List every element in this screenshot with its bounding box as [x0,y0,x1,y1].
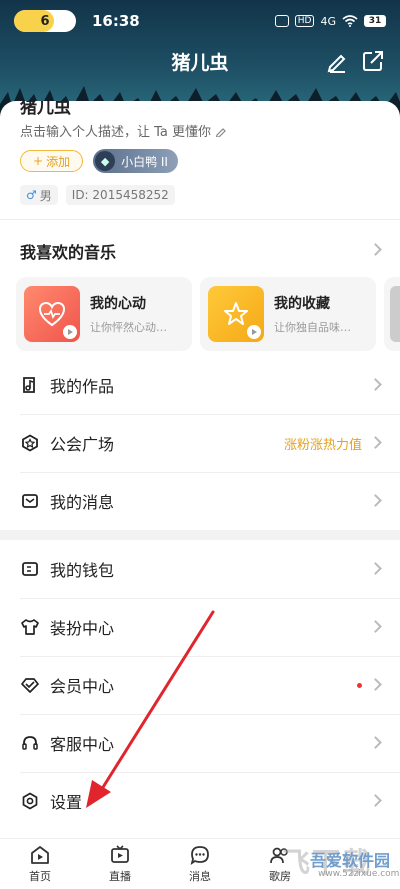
guild-promo-text: 涨粉涨热力值 [283,437,362,453]
menu-item-support[interactable]: 客服中心 [0,714,400,772]
battery-level: 6 [40,13,50,29]
music-card-heartbeat[interactable]: 我的心动 让你怦然心动… [16,277,192,351]
menu-item-messages[interactable]: 我的消息 [0,472,400,530]
menu-item-label: 我的钱包 [50,561,115,580]
music-card-title: 我的心动 [90,296,146,312]
tab-home[interactable]: 首页 [0,839,80,889]
chevron-right-icon [369,794,382,807]
menu-item-label: 装扮中心 [50,619,115,638]
chevron-right-icon [369,736,382,749]
status-bar: 6 16:38 HD 4G 31 [0,0,400,42]
menu-item-label: 公会广场 [50,435,115,454]
level-badge[interactable]: ◆ 小白鸭 II [93,149,178,173]
tshirt-icon [20,617,40,637]
chevron-right-icon [369,378,382,391]
menu-item-vip[interactable]: 会员中心 [0,656,400,714]
plus-icon: + [33,154,44,168]
battery-pill: 6 [14,10,76,32]
watermark-logo: 飞下载 吾爱软件园 www.52zixue.com [282,841,399,885]
share-icon[interactable] [360,48,386,74]
music-card-next[interactable] [384,277,400,351]
menu-item-label: 设置 [50,793,83,812]
wallet-icon [20,559,40,579]
description-text: 点击输入个人描述，让 Ta 更懂你 [20,125,212,140]
tab-label: 直播 [109,870,131,883]
menu-item-label: 会员中心 [50,677,115,696]
user-id-chip: ID: 2015458252 [65,185,175,205]
music-card-title: 我的收藏 [274,296,330,312]
chevron-right-icon [369,436,382,449]
add-tag-button[interactable]: + 添加 [20,150,84,172]
mute-icon [274,15,289,27]
settings-icon [20,791,40,811]
divider [0,219,400,220]
tab-messages[interactable]: 消息 [160,839,240,889]
status-time: 16:38 [92,12,140,30]
menu-item-settings[interactable]: 设置 [0,772,400,830]
mail-icon [20,491,40,511]
battery-icon: 31 [364,15,386,27]
hd-badge: HD [294,15,315,27]
menu-item-works[interactable]: 我的作品 [0,356,400,414]
tab-label: 消息 [189,870,211,883]
section-gap [0,530,400,540]
gender-label: 男 [39,188,52,203]
home-icon [31,846,49,864]
vip-icon [20,675,40,695]
guild-icon [20,433,40,453]
music-card-subtitle: 让你怦然心动… [90,321,167,334]
music-card-collection[interactable]: 我的收藏 让你独自品味… [200,277,376,351]
signal-label: 4G [320,14,336,28]
level-label: 小白鸭 II [121,154,168,169]
notification-dot [357,682,362,688]
chevron-right-icon [369,243,382,256]
headset-icon [20,733,40,753]
menu-item-guild[interactable]: 公会广场 涨粉涨热力值 [0,414,400,472]
live-tv-icon [111,845,129,863]
tab-label: 首页 [29,870,51,883]
play-icon [247,325,261,339]
chevron-right-icon [369,562,382,575]
chevron-right-icon [369,678,382,691]
play-icon [63,325,77,339]
menu-item-label: 客服中心 [50,735,115,754]
menu-item-label: 我的消息 [50,493,115,512]
chat-bubble-icon [190,846,209,866]
menu-item-wallet[interactable]: 我的钱包 [0,540,400,598]
music-note-icon [20,375,40,395]
menu-item-dressup[interactable]: 装扮中心 [0,598,400,656]
heart-cover-icon [24,286,80,342]
diamond-icon: ◆ [95,151,116,171]
music-card-subtitle: 让你独自品味… [274,321,351,334]
edit-icon[interactable] [324,48,350,74]
pencil-icon [215,127,226,137]
watermark-url: www.52zixue.com [318,869,400,879]
chevron-right-icon [369,494,382,507]
add-tag-label: 添加 [46,154,71,169]
menu-item-label: 我的作品 [50,377,115,396]
tab-live[interactable]: 直播 [80,839,160,889]
music-section-title[interactable]: 我喜欢的音乐 [20,239,116,263]
watermark-brand: 吾爱软件园 [310,851,391,870]
profile-name: 猪儿虫 [20,101,71,118]
star-cover-icon [208,286,264,342]
male-icon: ♂ [26,188,37,202]
profile-description[interactable]: 点击输入个人描述，让 Ta 更懂你 [20,121,227,140]
chevron-right-icon [369,620,382,633]
wifi-icon [342,15,358,27]
gender-chip: ♂ 男 [20,185,58,205]
profile-card: 猪儿虫 点击输入个人描述，让 Ta 更懂你 + 添加 ◆ 小白鸭 II ♂ 男 … [0,101,400,838]
